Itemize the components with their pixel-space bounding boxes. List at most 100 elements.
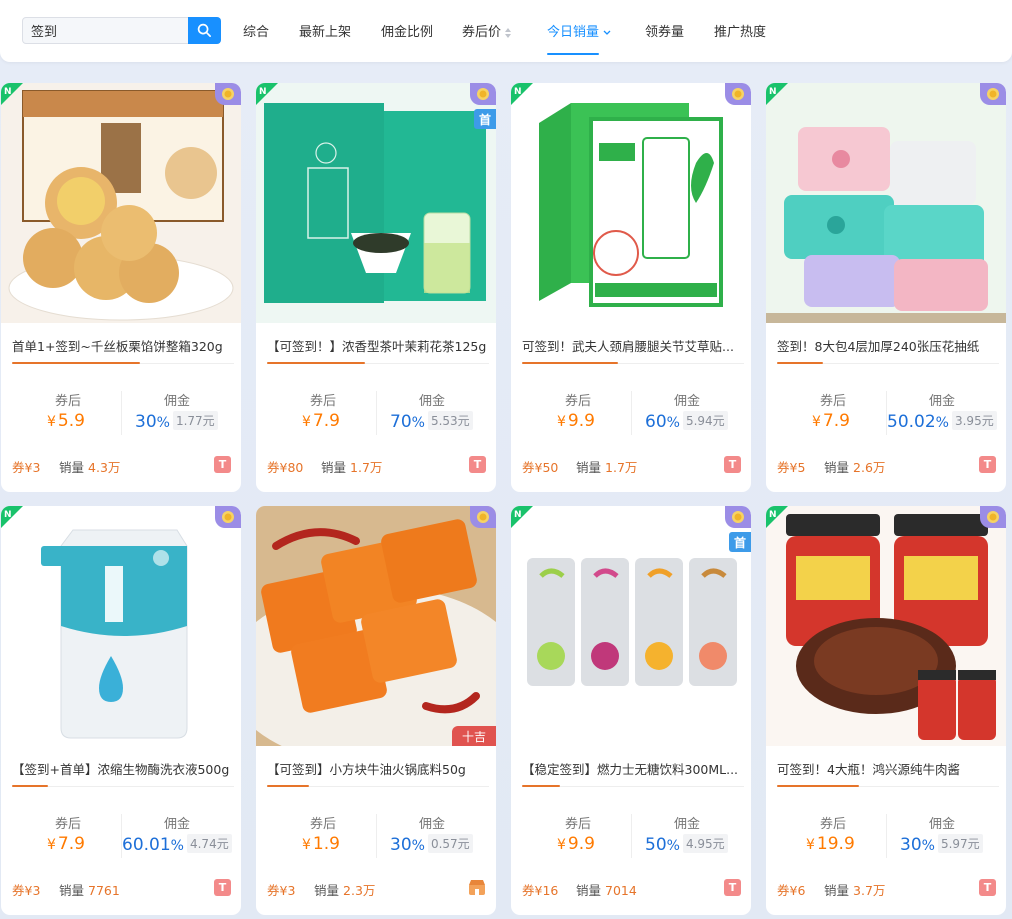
sales-value: 1.7万 bbox=[350, 460, 383, 475]
chestnut-pastry-image bbox=[1, 83, 241, 323]
new-badge: N bbox=[256, 83, 278, 105]
coupon-value: 券¥5 bbox=[777, 460, 806, 475]
commission: 60.01% 4.74元 bbox=[122, 834, 232, 855]
active-tab-indicator bbox=[547, 53, 599, 55]
crown-badge bbox=[980, 83, 1006, 105]
first-order-badge: 首 bbox=[474, 109, 496, 129]
commission-label: 佣金 bbox=[419, 394, 446, 409]
title-accent-line bbox=[522, 362, 618, 364]
product-title[interactable]: 首单1+签到~千丝板栗馅饼整箱320g bbox=[12, 336, 234, 355]
product-card[interactable]: N 首 【可签到！】浓香型茶叶茉莉花茶125g 券后 ¥7.9 佣金 70% 5.… bbox=[256, 83, 496, 492]
product-title[interactable]: 签到！8大包4层加厚240张压花抽纸 bbox=[777, 336, 999, 355]
product-title[interactable]: 【可签到】小方块牛油火锅底料50g bbox=[267, 759, 489, 778]
price: ¥5.9 bbox=[47, 411, 85, 431]
product-title[interactable]: 【稳定签到】燃力士无糖饮料300ML... bbox=[522, 759, 744, 778]
title-accent-line bbox=[12, 362, 140, 364]
coupon-value: 券¥3 bbox=[267, 883, 296, 898]
stat-divider bbox=[631, 391, 632, 435]
crown-badge bbox=[215, 506, 241, 528]
tab-newest[interactable]: 最新上架 bbox=[299, 21, 351, 40]
commission-amount: 1.77元 bbox=[172, 411, 218, 430]
pct-symbol: % bbox=[411, 415, 425, 431]
commission-amount: 4.74元 bbox=[186, 834, 232, 853]
yen-symbol: ¥ bbox=[812, 414, 821, 430]
product-card[interactable]: N 可签到！武夫人颈肩腰腿关节艾草贴... 券后 ¥9.9 佣金 60% 5.94… bbox=[511, 83, 751, 492]
svg-text:N: N bbox=[769, 510, 777, 520]
sales-label: 销量 bbox=[59, 883, 85, 898]
sales-label: 销量 bbox=[59, 460, 85, 475]
product-image[interactable]: N bbox=[511, 83, 751, 323]
yen-symbol: ¥ bbox=[302, 414, 311, 430]
commission-label: 佣金 bbox=[419, 817, 446, 832]
coupon-value: 券¥3 bbox=[12, 460, 41, 475]
title-accent-line bbox=[522, 785, 560, 787]
stat-divider bbox=[886, 814, 887, 858]
commission-pct: 50.02 bbox=[887, 412, 936, 432]
price: ¥19.9 bbox=[806, 834, 855, 854]
product-title[interactable]: 可签到！武夫人颈肩腰腿关节艾草贴... bbox=[522, 336, 744, 355]
new-badge: N bbox=[1, 83, 23, 105]
coupon-value: 券¥80 bbox=[267, 460, 304, 475]
product-card[interactable]: N 首 【稳定签到】燃力士无糖饮料300ML... 券后 ¥9.9 佣金 50%… bbox=[511, 506, 751, 915]
commission-amount: 4.95元 bbox=[682, 834, 728, 853]
product-image[interactable]: N 首 bbox=[511, 506, 751, 746]
pct-symbol: % bbox=[411, 838, 425, 854]
crown-badge bbox=[470, 506, 496, 528]
tmall-icon: T bbox=[979, 879, 996, 896]
product-image[interactable]: N bbox=[766, 506, 1006, 746]
product-card[interactable]: N 可签到！4大瓶！鸿兴源纯牛肉酱 券后 ¥19.9 佣金 30% 5.97元 券… bbox=[766, 506, 1006, 915]
commission-pct: 60 bbox=[645, 412, 667, 432]
sales-value: 7761 bbox=[88, 883, 120, 898]
sales: 销量 2.6万 bbox=[824, 457, 885, 476]
tab-today-sales[interactable]: 今日销量 bbox=[547, 21, 612, 40]
hotpot-base-image bbox=[256, 506, 496, 746]
medal-icon bbox=[222, 511, 234, 523]
after-coupon-label: 券后 bbox=[820, 394, 847, 409]
commission: 30% 5.97元 bbox=[900, 834, 983, 855]
beef-sauce-image bbox=[766, 506, 1006, 746]
product-image[interactable]: N bbox=[766, 83, 1006, 323]
tab-promotion-heat[interactable]: 推广热度 bbox=[714, 21, 766, 40]
sales-label: 销量 bbox=[314, 883, 340, 898]
pct-symbol: % bbox=[666, 415, 680, 431]
product-image[interactable]: N bbox=[1, 83, 241, 323]
sales: 销量 4.3万 bbox=[59, 457, 120, 476]
sales-value: 2.6万 bbox=[853, 460, 886, 475]
commission-pct: 70 bbox=[390, 412, 412, 432]
tab-commission-rate[interactable]: 佣金比例 bbox=[381, 21, 433, 40]
medal-icon bbox=[477, 511, 489, 523]
product-card[interactable]: 十吉 【可签到】小方块牛油火锅底料50g 券后 ¥1.9 佣金 30% 0.57元… bbox=[256, 506, 496, 915]
product-card[interactable]: N 首单1+签到~千丝板栗馅饼整箱320g 券后 ¥5.9 佣金 30% 1.77… bbox=[1, 83, 241, 492]
product-image[interactable]: N bbox=[1, 506, 241, 746]
product-title[interactable]: 【签到+首单】浓缩生物酶洗衣液500g bbox=[12, 759, 234, 778]
product-image[interactable]: 十吉 bbox=[256, 506, 496, 746]
commission-amount: 5.94元 bbox=[682, 411, 728, 430]
medal-icon bbox=[732, 511, 744, 523]
product-card[interactable]: N 【签到+首单】浓缩生物酶洗衣液500g 券后 ¥7.9 佣金 60.01% 4… bbox=[1, 506, 241, 915]
search-input[interactable] bbox=[23, 18, 188, 43]
product-title[interactable]: 【可签到！】浓香型茶叶茉莉花茶125g bbox=[267, 336, 489, 355]
product-title[interactable]: 可签到！4大瓶！鸿兴源纯牛肉酱 bbox=[777, 759, 999, 778]
tab-price-after-coupon[interactable]: 券后价 bbox=[462, 21, 512, 40]
sales-value: 3.7万 bbox=[853, 883, 886, 898]
first-order-badge: 首 bbox=[729, 532, 751, 552]
pct-symbol: % bbox=[921, 838, 935, 854]
coupon-value: 券¥50 bbox=[522, 460, 559, 475]
tab-comprehensive[interactable]: 综合 bbox=[243, 21, 269, 40]
medal-icon bbox=[987, 88, 999, 100]
tmall-icon: T bbox=[724, 456, 741, 473]
commission-label: 佣金 bbox=[929, 394, 956, 409]
sales: 销量 7014 bbox=[576, 880, 637, 899]
price-value: 9.9 bbox=[567, 411, 595, 431]
mugwort-patch-image bbox=[511, 83, 751, 323]
svg-text:N: N bbox=[769, 87, 777, 97]
sales: 销量 7761 bbox=[59, 880, 120, 899]
tab-coupon-count[interactable]: 领券量 bbox=[645, 21, 684, 40]
product-image[interactable]: N 首 bbox=[256, 83, 496, 323]
commission: 50% 4.95元 bbox=[645, 834, 728, 855]
commission-pct: 30 bbox=[135, 412, 157, 432]
medal-icon bbox=[732, 88, 744, 100]
price-value: 1.9 bbox=[312, 834, 340, 854]
search-button[interactable] bbox=[188, 17, 221, 44]
product-card[interactable]: N 签到！8大包4层加厚240张压花抽纸 券后 ¥7.9 佣金 50.02% 3.… bbox=[766, 83, 1006, 492]
